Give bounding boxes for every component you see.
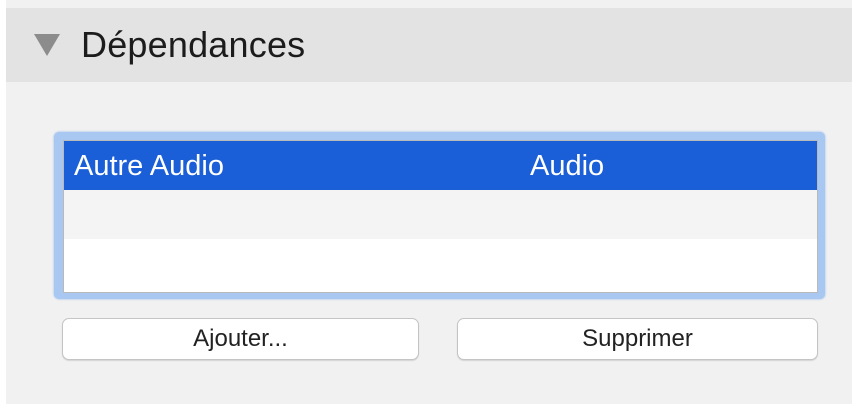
- dependency-name-cell: Autre Audio: [74, 150, 224, 182]
- list-row-empty[interactable]: [64, 239, 817, 288]
- disclosure-triangle-icon[interactable]: [34, 34, 60, 56]
- remove-dependency-button[interactable]: Supprimer: [457, 318, 818, 360]
- dependency-type-cell: Audio: [530, 150, 605, 182]
- dependencies-panel: Dépendances Autre Audio Audio Ajouter...…: [6, 0, 852, 404]
- dependencies-list[interactable]: Autre Audio Audio: [63, 140, 818, 293]
- list-row-selected[interactable]: Autre Audio Audio: [64, 141, 817, 190]
- list-row-empty[interactable]: [64, 190, 817, 239]
- add-dependency-button[interactable]: Ajouter...: [62, 318, 419, 360]
- section-header[interactable]: Dépendances: [6, 8, 852, 82]
- section-title: Dépendances: [81, 24, 306, 65]
